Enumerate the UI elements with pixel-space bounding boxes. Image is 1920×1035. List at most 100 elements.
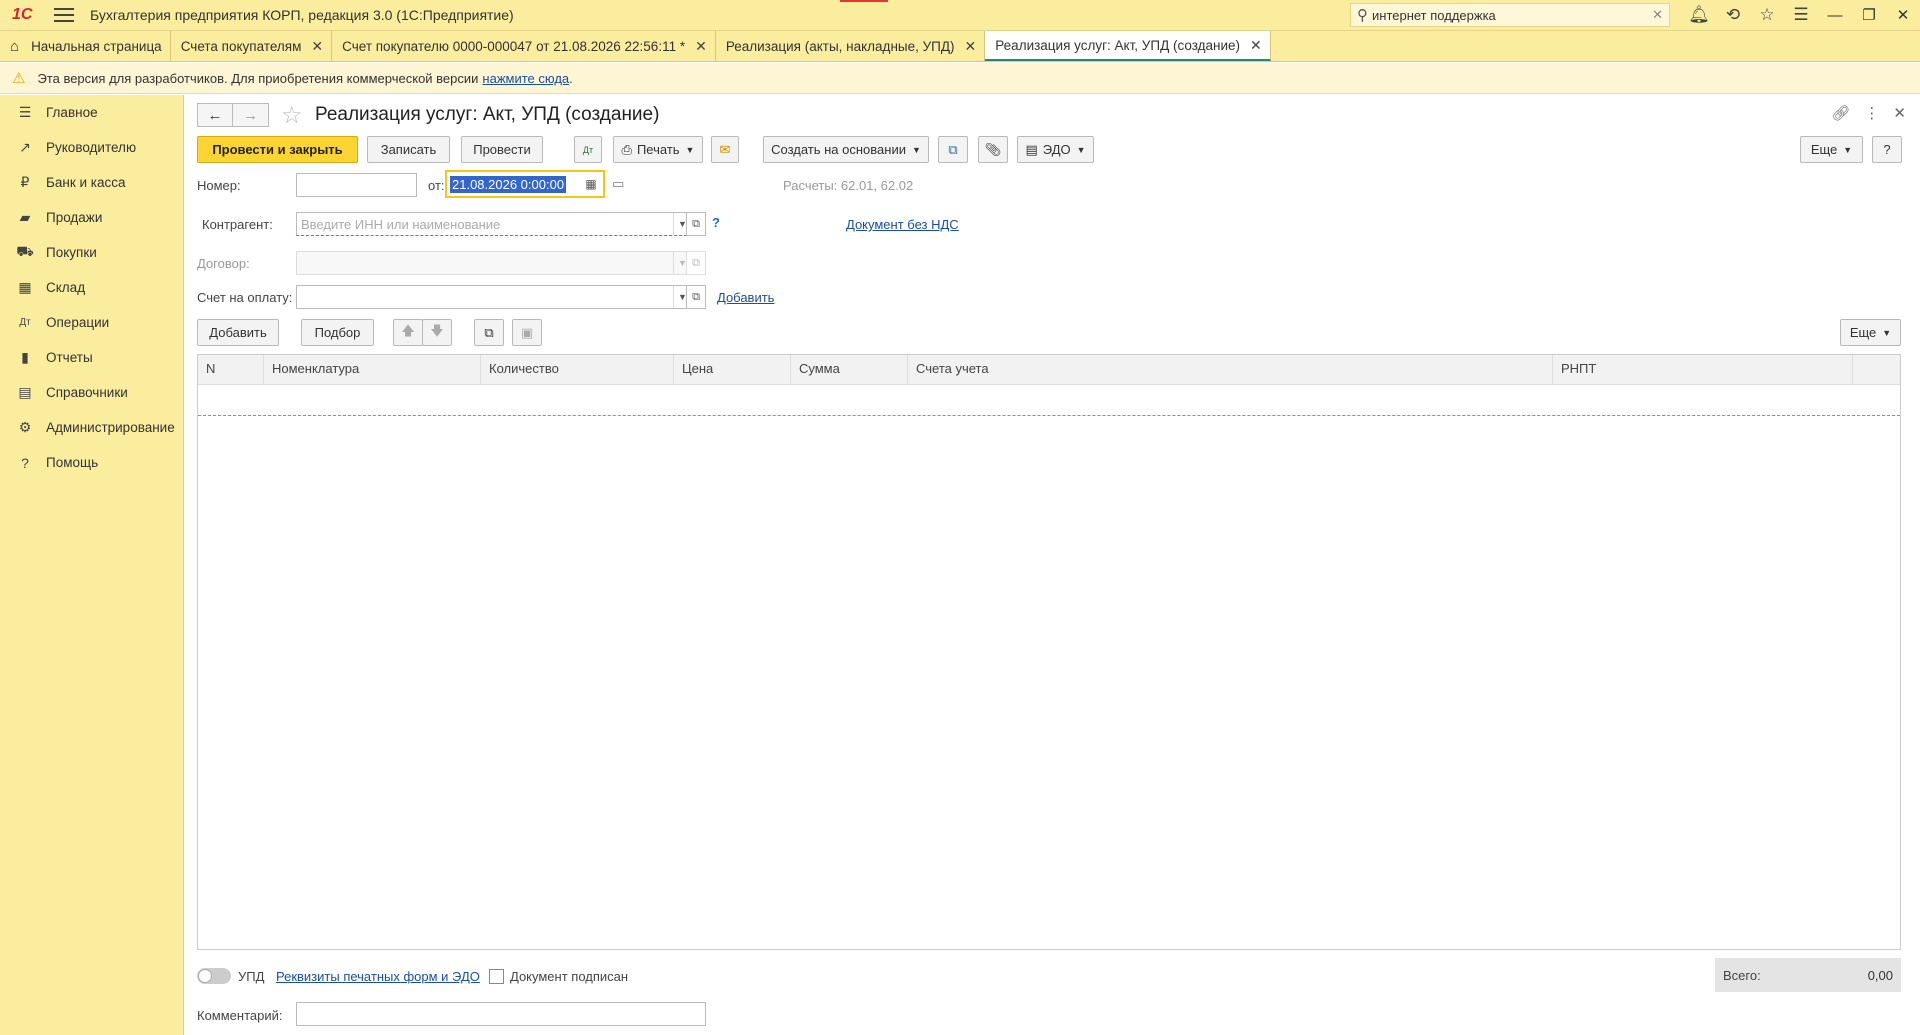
forward-button[interactable]: →: [233, 103, 269, 127]
restore-icon[interactable]: ❐: [1852, 6, 1886, 24]
post-button[interactable]: Провести: [461, 136, 543, 163]
help-button[interactable]: ?: [1872, 136, 1902, 163]
move-down-icon[interactable]: 🡇: [422, 319, 452, 346]
print-button[interactable]: ⎙ Печать ▼: [613, 136, 703, 163]
search-box[interactable]: ⚲ интернет поддержка ✕: [1350, 3, 1670, 27]
column-header-accounts[interactable]: Счета учета: [908, 355, 1553, 384]
counterparty-help-icon[interactable]: ?: [712, 215, 720, 230]
ruble-icon: ₽: [20, 174, 30, 190]
history-icon[interactable]: ⟲: [1716, 5, 1750, 25]
close-tab-icon[interactable]: ✕: [1250, 37, 1262, 54]
search-input[interactable]: интернет поддержка: [1372, 8, 1652, 23]
counterparty-placeholder: Введите ИНН или наименование: [301, 216, 501, 232]
minimize-icon[interactable]: —: [1818, 7, 1852, 24]
app-logo[interactable]: 1С: [0, 6, 46, 24]
warning-icon: ⚠: [12, 70, 26, 87]
add-invoice-link[interactable]: Добавить: [717, 290, 774, 305]
structure-icon[interactable]: ⧉: [938, 136, 968, 163]
arrow-left-icon: ←: [207, 106, 223, 124]
signed-checkbox[interactable]: [489, 969, 504, 984]
more-vertical-icon[interactable]: ⋮: [1864, 104, 1879, 122]
comment-input[interactable]: [296, 1002, 706, 1026]
copy-rows-icon[interactable]: ⧉: [474, 319, 504, 346]
sidebar-item-help[interactable]: ? Помощь: [0, 445, 183, 480]
print-forms-link[interactable]: Реквизиты печатных форм и ЭДО: [276, 969, 480, 984]
create-based-label: Создать на основании: [771, 142, 906, 157]
sidebar-item-purchases[interactable]: ⛟ Покупки: [0, 235, 183, 270]
sidebar-item-operations[interactable]: Дт Операции: [0, 305, 183, 340]
column-header-quantity[interactable]: Количество: [481, 355, 674, 384]
print-label: Печать: [636, 142, 680, 157]
total-label: Всего:: [1723, 967, 1761, 983]
column-header-sum[interactable]: Сумма: [791, 355, 908, 384]
paperclip-icon[interactable]: 📎︎: [978, 136, 1008, 163]
title-accent: [840, 0, 888, 2]
close-tab-icon[interactable]: ✕: [311, 38, 323, 55]
tab-customer-invoice[interactable]: Счет покупателю 0000-000047 от 21.08.202…: [332, 31, 716, 61]
dt-kt-postings-icon[interactable]: Дт: [574, 136, 602, 163]
sidebar-item-warehouse[interactable]: ▦ Склад: [0, 270, 183, 305]
open-invoice-icon[interactable]: ⧉: [686, 285, 706, 309]
back-button[interactable]: ←: [197, 103, 233, 127]
close-tab-icon[interactable]: ✕: [695, 38, 707, 55]
date-input[interactable]: 21.08.2026 0:00:00 ▦: [445, 170, 605, 198]
doc-number-settings-icon[interactable]: ▭: [612, 176, 624, 192]
paste-rows-icon[interactable]: ▣: [512, 319, 542, 346]
add-row-button[interactable]: Добавить: [197, 319, 279, 346]
banner-link[interactable]: нажмите сюда: [482, 71, 569, 86]
column-header-n[interactable]: N: [198, 355, 264, 384]
email-icon[interactable]: ✉: [711, 136, 739, 163]
sidebar-item-main[interactable]: ☰ Главное: [0, 95, 183, 130]
sidebar-item-manager[interactable]: ↗ Руководителю: [0, 130, 183, 165]
upd-toggle[interactable]: [197, 968, 231, 984]
tab-label: Счета покупателям: [180, 38, 302, 54]
sidebar-item-sales[interactable]: ▰ Продажи: [0, 200, 183, 235]
column-header-nomenclature[interactable]: Номенклатура: [264, 355, 481, 384]
clear-search-icon[interactable]: ✕: [1652, 7, 1663, 23]
close-form-icon[interactable]: ✕: [1893, 104, 1906, 122]
open-counterparty-icon[interactable]: ⧉: [686, 212, 706, 236]
sidebar-item-references[interactable]: ▤ Справочники: [0, 375, 183, 410]
edo-label: ЭДО: [1042, 142, 1071, 157]
invoice-input[interactable]: ▼: [296, 285, 692, 309]
chevron-down-icon: ▼: [911, 144, 921, 155]
counterparty-input[interactable]: Введите ИНН или наименование ▼: [296, 212, 692, 236]
number-input[interactable]: [296, 173, 417, 197]
table-more-button[interactable]: Еще ▼: [1840, 319, 1901, 346]
app-title: Бухгалтерия предприятия КОРП, редакция 3…: [90, 7, 514, 23]
services-table[interactable]: N Номенклатура Количество Цена Сумма Сче…: [197, 354, 1901, 950]
pick-button[interactable]: Подбор: [301, 319, 374, 346]
settlements-text: Расчеты: 62.01, 62.02: [783, 178, 914, 193]
create-based-on-button[interactable]: Создать на основании ▼: [763, 136, 929, 163]
close-tab-icon[interactable]: ✕: [965, 38, 977, 55]
tab-label: Начальная страница: [31, 38, 162, 54]
cart-icon: ⛟: [16, 243, 34, 259]
tab-home[interactable]: ⌂ Начальная страница: [0, 31, 171, 61]
sidebar-item-bank[interactable]: ₽ Банк и касса: [0, 165, 183, 200]
post-and-close-button[interactable]: Провести и закрыть: [197, 136, 358, 163]
tab-sales-list[interactable]: Реализация (акты, накладные, УПД) ✕: [716, 31, 986, 61]
sidebar-item-reports[interactable]: ▮ Отчеты: [0, 340, 183, 375]
calendar-icon[interactable]: ▦: [582, 177, 600, 191]
gear-icon: ⚙: [18, 419, 32, 435]
favorites-star-icon[interactable]: ☆: [1750, 5, 1784, 25]
contract-input: ▼: [296, 251, 692, 275]
no-vat-link[interactable]: Документ без НДС: [846, 217, 959, 232]
column-header-rnpt[interactable]: РНПТ: [1553, 355, 1853, 384]
save-button[interactable]: Записать: [367, 136, 450, 163]
favorite-star-icon[interactable]: ☆: [281, 101, 303, 130]
column-header-price[interactable]: Цена: [674, 355, 791, 384]
move-up-icon[interactable]: 🡅: [393, 319, 423, 346]
close-window-icon[interactable]: ✕: [1886, 6, 1920, 24]
edo-button[interactable]: ▤ ЭДО ▼: [1017, 136, 1094, 163]
sidebar-item-admin[interactable]: ⚙ Администрирование: [0, 410, 183, 445]
link-icon[interactable]: 🔗︎: [1831, 104, 1850, 122]
bell-icon[interactable]: 🔔︎: [1682, 5, 1716, 25]
settings-lines-icon[interactable]: ☰: [1784, 5, 1818, 25]
tab-customer-invoices[interactable]: Счета покупателям ✕: [171, 31, 333, 61]
more-button[interactable]: Еще ▼: [1800, 136, 1863, 163]
tab-services-sale-new[interactable]: Реализация услуг: Акт, УПД (создание) ✕: [985, 31, 1271, 61]
open-tabs: ⌂ Начальная страница Счета покупателям ✕…: [0, 30, 1920, 62]
main-menu-icon[interactable]: [54, 8, 74, 22]
home-icon: ⌂: [10, 37, 20, 55]
